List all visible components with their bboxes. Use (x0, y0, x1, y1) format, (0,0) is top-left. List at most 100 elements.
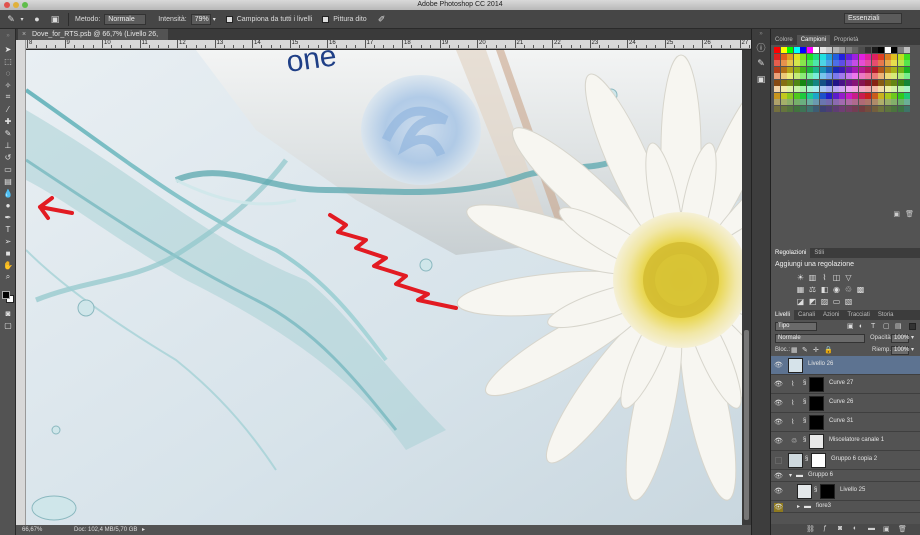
color-swatch[interactable] (826, 79, 832, 86)
new-swatch-icon[interactable]: ▣ (893, 210, 900, 218)
lock-pixels-icon[interactable]: ✎ (802, 345, 808, 356)
color-swatch[interactable] (845, 99, 852, 105)
color-swatch[interactable] (884, 66, 891, 73)
layer-row[interactable]: 👁 ⌇ § Curve 31 (771, 413, 920, 432)
layer-row[interactable]: 👁 Livello 26 (771, 356, 920, 375)
color-swatch[interactable] (904, 73, 910, 79)
color-swatch[interactable] (832, 66, 839, 73)
color-swatch[interactable] (780, 79, 787, 86)
color-swatch[interactable] (813, 60, 819, 66)
pressure-icon[interactable]: ✐ (375, 13, 389, 26)
color-swatch[interactable] (891, 79, 897, 86)
color-swatch[interactable] (865, 60, 871, 66)
brush-preset-icon[interactable]: ● (30, 13, 44, 26)
color-swatch[interactable] (852, 99, 858, 105)
collapse-icon[interactable]: » (752, 29, 770, 39)
color-swatch[interactable] (865, 86, 871, 92)
color-swatch[interactable] (800, 105, 806, 112)
color-swatch[interactable] (826, 53, 832, 60)
opacity-input[interactable]: 100% (891, 334, 909, 343)
levels-icon[interactable]: ▥ (807, 272, 818, 282)
color-swatch[interactable] (819, 53, 826, 60)
color-swatch[interactable] (852, 86, 858, 92)
layer-row[interactable]: 👁 ⌇ § Curve 27 (771, 375, 920, 394)
trash-icon[interactable]: 🗑 (905, 210, 914, 218)
color-swatch[interactable] (787, 66, 793, 73)
color-swatch[interactable] (813, 92, 819, 99)
pen-tool-icon[interactable]: ✒ (0, 211, 16, 223)
color-swatch[interactable] (832, 60, 839, 66)
color-swatch[interactable] (780, 60, 787, 66)
color-swatch[interactable] (865, 53, 871, 60)
color-swatch[interactable] (865, 66, 871, 73)
color-swatch[interactable] (780, 47, 787, 53)
color-swatch[interactable] (832, 92, 839, 99)
color-swatch[interactable] (819, 99, 826, 105)
eye-icon[interactable]: 👁 (774, 503, 783, 512)
color-swatch[interactable] (891, 73, 897, 79)
color-swatch[interactable] (800, 79, 806, 86)
color-swatch[interactable] (832, 99, 839, 105)
color-swatch[interactable] (884, 60, 891, 66)
color-swatch[interactable] (891, 105, 897, 112)
layer-row[interactable]: 👁 ♲ § Miscelatore canale 1 (771, 432, 920, 451)
color-swatch[interactable] (845, 105, 852, 112)
color-swatch[interactable] (858, 79, 865, 86)
color-swatch[interactable] (819, 60, 826, 66)
minimize-window-button[interactable] (13, 2, 19, 8)
color-swatch[interactable] (904, 79, 910, 86)
filter-adjustment-icon[interactable]: ◐ (859, 321, 863, 332)
type-tool-icon[interactable]: T (0, 223, 16, 235)
color-swatch[interactable] (787, 47, 793, 53)
color-swatch[interactable] (800, 86, 806, 92)
photo-filter-icon[interactable]: ◉ (831, 284, 842, 294)
workspace-select[interactable]: Essenziali (844, 13, 902, 24)
dodge-tool-icon[interactable]: ● (0, 199, 16, 211)
color-swatch[interactable] (780, 105, 787, 112)
lock-transparency-icon[interactable]: ▦ (791, 345, 798, 356)
link-layers-icon[interactable]: ⛓ (806, 525, 815, 533)
color-swatch[interactable] (845, 53, 852, 60)
color-swatch[interactable] (858, 73, 865, 79)
color-swatch[interactable] (793, 86, 800, 92)
clone-source-icon[interactable]: ▣ (752, 71, 770, 87)
color-swatch[interactable] (813, 99, 819, 105)
color-swatch[interactable] (800, 66, 806, 73)
color-swatch[interactable] (793, 105, 800, 112)
gradient-tool-icon[interactable]: ▤ (0, 175, 16, 187)
new-layer-icon[interactable]: ▣ (883, 525, 890, 533)
color-swatch[interactable] (813, 47, 819, 53)
hue-saturation-icon[interactable]: ▦ (795, 284, 806, 294)
color-swatch[interactable] (884, 79, 891, 86)
blur-tool-icon[interactable]: 💧 (0, 187, 16, 199)
color-swatch[interactable] (871, 53, 878, 60)
eye-icon[interactable]: 👁 (774, 399, 783, 408)
hand-tool-icon[interactable]: ✋ (0, 259, 16, 271)
color-swatch[interactable] (884, 53, 891, 60)
group-collapsed-icon[interactable]: ▸ (797, 503, 800, 510)
history-brush-tool-icon[interactable]: ↺ (0, 151, 16, 163)
tab-tracciati[interactable]: Tracciati (843, 310, 873, 320)
document-tab[interactable]: × Dove_for_RTS.psb @ 66,7% (Livello 26, … (18, 29, 168, 49)
tab-canali[interactable]: Canali (794, 310, 819, 320)
color-swatch[interactable] (793, 60, 800, 66)
brush-panel-icon[interactable]: ✎ (752, 55, 770, 71)
color-swatch[interactable] (787, 53, 793, 60)
color-swatch[interactable] (780, 66, 787, 73)
color-swatch[interactable] (774, 60, 780, 66)
tab-proprieta[interactable]: Proprietà (830, 35, 862, 45)
document-canvas[interactable]: one (26, 50, 742, 525)
lasso-tool-icon[interactable]: ◌ (0, 67, 16, 79)
color-swatch[interactable] (884, 99, 891, 105)
color-swatch[interactable] (852, 60, 858, 66)
new-group-icon[interactable]: ▬ (868, 525, 875, 532)
chevron-down-icon[interactable]: ▾ (18, 13, 26, 26)
color-swatch[interactable] (845, 47, 852, 53)
color-swatch[interactable] (787, 99, 793, 105)
color-swatch[interactable] (852, 79, 858, 86)
link-icon[interactable]: § (803, 418, 806, 424)
eyedropper-tool-icon[interactable]: ⁄ (0, 103, 16, 115)
layer-row[interactable]: 👁 ⌇ § Curve 26 (771, 394, 920, 413)
color-swatch[interactable] (865, 79, 871, 86)
color-swatch[interactable] (806, 53, 813, 60)
